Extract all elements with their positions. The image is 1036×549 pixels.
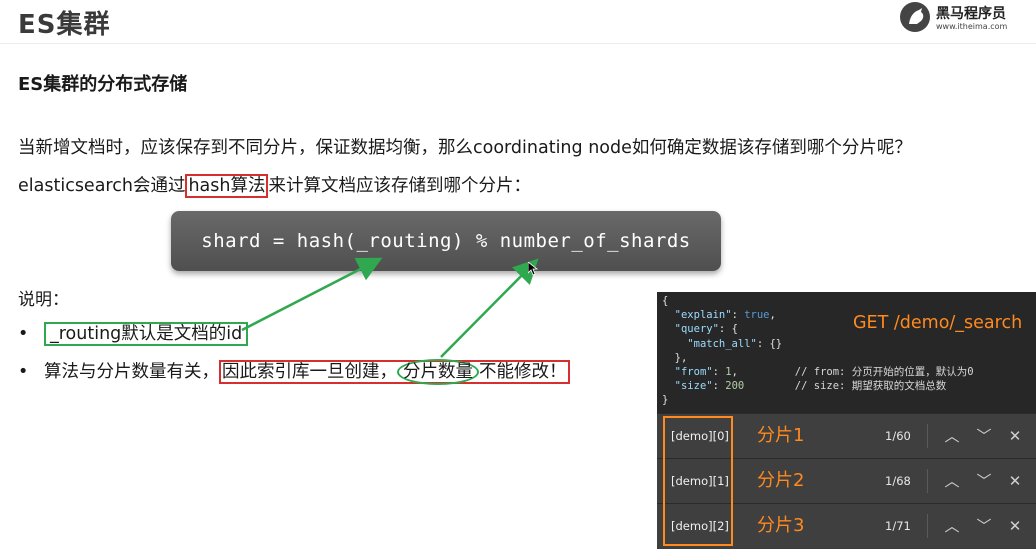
para2-before: elasticsearch会通过 bbox=[18, 176, 186, 196]
bullet-shards: • 算法与分片数量有关， 因此索引库一旦创建， 分片数量 不能修改！ bbox=[18, 358, 570, 385]
paragraph-question: 当新增文档时，应该保存到不同分片，保证数据均衡，那么coordinating n… bbox=[18, 138, 912, 158]
bullet-dot: • bbox=[18, 324, 29, 344]
query-code: { "explain": true, "query": { "match_all… bbox=[662, 295, 974, 407]
mouse-cursor-icon bbox=[528, 262, 538, 276]
chevron-down-icon[interactable]: ﹀ bbox=[973, 425, 995, 447]
page-title: ES集群 bbox=[18, 10, 111, 40]
bullet2-box-start: 因此索引库一旦创建， bbox=[222, 362, 397, 382]
result-separator bbox=[927, 469, 928, 493]
result-count: 1/68 bbox=[885, 474, 911, 488]
chevron-up-icon[interactable]: ︿ bbox=[941, 470, 963, 492]
result-count: 1/71 bbox=[885, 519, 911, 533]
routing-highlight: _routing默认是文档的id bbox=[44, 322, 249, 346]
index-highlight-box bbox=[663, 416, 733, 546]
header-divider bbox=[0, 43, 1036, 44]
result-shard-label: 分片2 bbox=[757, 470, 805, 491]
para2-after: 来计算文档应该存储到哪个分片： bbox=[268, 176, 531, 196]
result-separator bbox=[927, 424, 928, 448]
request-label: GET /demo/_search bbox=[853, 313, 1023, 333]
section-heading: ES集群的分布式存储 bbox=[18, 74, 188, 95]
logo-name: 黑马程序员 bbox=[936, 6, 1006, 22]
bullet-routing: • _routing默认是文档的id bbox=[18, 320, 249, 346]
chevron-down-icon[interactable]: ﹀ bbox=[973, 470, 995, 492]
arrow-shards bbox=[440, 258, 539, 358]
result-shard-label: 分片1 bbox=[757, 425, 805, 446]
result-count: 1/60 bbox=[885, 429, 911, 443]
chevron-down-icon[interactable]: ﹀ bbox=[973, 515, 995, 537]
chevron-up-icon[interactable]: ︿ bbox=[941, 425, 963, 447]
formula-text: shard = hash(_routing) % number_of_shard… bbox=[201, 230, 691, 252]
hash-algorithm-highlight: hash算法 bbox=[185, 174, 269, 198]
note-label: 说明： bbox=[18, 290, 69, 310]
result-separator bbox=[927, 514, 928, 538]
logo-horse-icon bbox=[900, 2, 930, 32]
logo-url: www.itheima.com bbox=[936, 22, 1008, 31]
brand-logo: 黑马程序员 www.itheima.com bbox=[900, 2, 1020, 34]
shard-count-oval: 分片数量 bbox=[397, 359, 479, 385]
chevron-up-icon[interactable]: ︿ bbox=[941, 515, 963, 537]
close-icon[interactable]: ✕ bbox=[1004, 470, 1026, 492]
bullet2-text: 算法与分片数量有关， bbox=[44, 362, 219, 382]
paragraph-hash: elasticsearch会通过 hash算法 来计算文档应该存储到哪个分片： bbox=[18, 172, 531, 198]
formula-box: shard = hash(_routing) % number_of_shard… bbox=[171, 211, 721, 271]
close-icon[interactable]: ✕ bbox=[1004, 515, 1026, 537]
close-icon[interactable]: ✕ bbox=[1004, 425, 1026, 447]
result-shard-label: 分片3 bbox=[757, 515, 805, 536]
immutable-highlight: 因此索引库一旦创建， 分片数量 不能修改！ bbox=[219, 359, 570, 385]
code-panel: { "explain": true, "query": { "match_all… bbox=[657, 292, 1036, 413]
bullet-dot: • bbox=[18, 362, 29, 382]
bullet2-box-end: 不能修改！ bbox=[479, 362, 567, 382]
